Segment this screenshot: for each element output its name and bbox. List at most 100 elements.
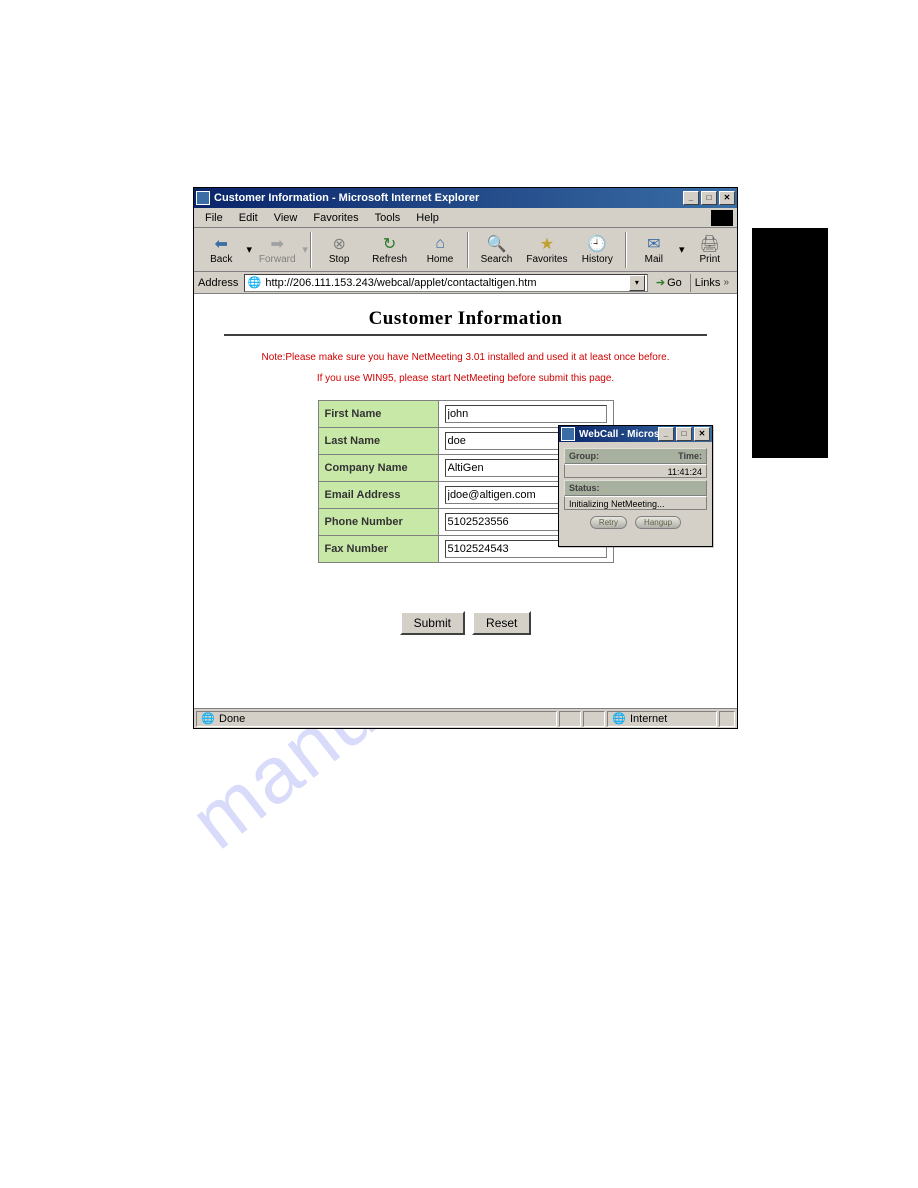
menu-help[interactable]: Help bbox=[409, 211, 446, 225]
back-label: Back bbox=[210, 254, 232, 265]
label-company: Company Name bbox=[318, 455, 438, 482]
history-icon: 🕘 bbox=[587, 234, 607, 254]
submit-button[interactable]: Submit bbox=[400, 611, 465, 635]
label-phone: Phone Number bbox=[318, 509, 438, 536]
status-pane-main: 🌐 Done bbox=[196, 711, 557, 727]
go-button[interactable]: ➔ Go bbox=[652, 274, 686, 292]
popup-retry-button[interactable]: Retry bbox=[590, 516, 627, 529]
done-icon: 🌐 bbox=[201, 712, 215, 726]
status-pane-grip bbox=[719, 711, 735, 727]
mail-label: Mail bbox=[645, 254, 663, 265]
home-label: Home bbox=[427, 254, 454, 265]
print-icon: 🖨 bbox=[700, 234, 720, 254]
favorites-button[interactable]: ★ Favorites bbox=[522, 230, 572, 270]
label-email: Email Address bbox=[318, 482, 438, 509]
popup-status-header: Status: bbox=[564, 480, 707, 496]
search-button[interactable]: 🔍 Search bbox=[471, 230, 521, 270]
status-pane-2 bbox=[559, 711, 581, 727]
zone-text: Internet bbox=[630, 713, 667, 725]
popup-title: WebCall - Microsoft I... bbox=[579, 429, 658, 440]
maximize-button[interactable]: □ bbox=[701, 191, 717, 205]
popup-group-time-header: Group: Time: bbox=[564, 448, 707, 464]
go-icon: ➔ bbox=[656, 276, 665, 289]
toolbar: ⬅ Back ▾ ➡ Forward ▾ ⊗ Stop ↻ Refresh ⌂ … bbox=[194, 228, 737, 272]
menubar: File Edit View Favorites Tools Help bbox=[194, 208, 737, 228]
popup-group-label: Group: bbox=[569, 451, 599, 461]
first-name-input[interactable] bbox=[445, 405, 607, 423]
popup-status-label: Status: bbox=[569, 483, 600, 493]
stop-icon: ⊗ bbox=[329, 234, 349, 254]
minimize-button[interactable]: _ bbox=[683, 191, 699, 205]
zone-icon: 🌐 bbox=[612, 712, 626, 726]
page-icon: 🌐 bbox=[247, 276, 261, 290]
addressbar: Address 🌐 ▾ ➔ Go Links bbox=[194, 272, 737, 294]
mail-button[interactable]: ✉ Mail bbox=[629, 230, 679, 270]
ie-logo-icon bbox=[711, 210, 733, 226]
links-label: Links bbox=[695, 277, 721, 289]
close-button[interactable]: ✕ bbox=[719, 191, 735, 205]
status-pane-zone: 🌐 Internet bbox=[607, 711, 717, 727]
refresh-label: Refresh bbox=[372, 254, 407, 265]
window-title: Customer Information - Microsoft Interne… bbox=[214, 192, 683, 204]
toolbar-separator bbox=[310, 232, 312, 268]
label-fax: Fax Number bbox=[318, 536, 438, 563]
print-button[interactable]: 🖨 Print bbox=[685, 230, 735, 270]
links-button[interactable]: Links bbox=[690, 274, 735, 292]
popup-titlebar: WebCall - Microsoft I... _ □ ✕ bbox=[559, 426, 712, 442]
history-button[interactable]: 🕘 History bbox=[572, 230, 622, 270]
popup-time-value: 11:41:24 bbox=[564, 464, 707, 478]
popup-status-value: Initializing NetMeeting... bbox=[564, 496, 707, 510]
label-first-name: First Name bbox=[318, 401, 438, 428]
search-icon: 🔍 bbox=[486, 234, 506, 254]
divider bbox=[224, 334, 707, 336]
refresh-button[interactable]: ↻ Refresh bbox=[364, 230, 414, 270]
webcall-popup: WebCall - Microsoft I... _ □ ✕ Group: Ti… bbox=[558, 425, 713, 547]
note-line-2: If you use WIN95, please start NetMeetin… bbox=[214, 371, 717, 386]
menu-tools[interactable]: Tools bbox=[368, 211, 408, 225]
back-icon: ⬅ bbox=[211, 234, 231, 254]
popup-time-label: Time: bbox=[678, 451, 702, 461]
page-title: Customer Information bbox=[204, 308, 727, 330]
refresh-icon: ↻ bbox=[380, 234, 400, 254]
status-pane-3 bbox=[583, 711, 605, 727]
table-row: First Name bbox=[318, 401, 613, 428]
menu-view[interactable]: View bbox=[267, 211, 305, 225]
reset-button[interactable]: Reset bbox=[472, 611, 531, 635]
go-label: Go bbox=[667, 277, 682, 289]
menu-file[interactable]: File bbox=[198, 211, 230, 225]
app-icon bbox=[196, 191, 210, 205]
stop-label: Stop bbox=[329, 254, 350, 265]
popup-maximize-button[interactable]: □ bbox=[676, 427, 692, 441]
toolbar-separator bbox=[625, 232, 627, 268]
popup-app-icon bbox=[561, 427, 575, 441]
window-titlebar: Customer Information - Microsoft Interne… bbox=[194, 188, 737, 208]
home-icon: ⌂ bbox=[430, 234, 450, 254]
statusbar: 🌐 Done 🌐 Internet bbox=[194, 708, 737, 728]
stop-button[interactable]: ⊗ Stop bbox=[314, 230, 364, 270]
popup-hangup-button[interactable]: Hangup bbox=[635, 516, 681, 529]
forward-icon: ➡ bbox=[267, 234, 287, 254]
print-label: Print bbox=[699, 254, 720, 265]
menu-edit[interactable]: Edit bbox=[232, 211, 265, 225]
note-line-1: Note:Please make sure you have NetMeetin… bbox=[214, 350, 717, 365]
address-label: Address bbox=[196, 277, 240, 289]
forward-button[interactable]: ➡ Forward bbox=[252, 230, 302, 270]
search-label: Search bbox=[481, 254, 513, 265]
history-label: History bbox=[582, 254, 613, 265]
popup-minimize-button[interactable]: _ bbox=[658, 427, 674, 441]
popup-close-button[interactable]: ✕ bbox=[694, 427, 710, 441]
back-button[interactable]: ⬅ Back bbox=[196, 230, 246, 270]
home-button[interactable]: ⌂ Home bbox=[415, 230, 465, 270]
favorites-icon: ★ bbox=[537, 234, 557, 254]
forward-label: Forward bbox=[259, 254, 296, 265]
menu-favorites[interactable]: Favorites bbox=[306, 211, 365, 225]
favorites-label: Favorites bbox=[526, 254, 567, 265]
forward-dropdown[interactable]: ▾ bbox=[302, 243, 308, 256]
toolbar-separator bbox=[467, 232, 469, 268]
address-dropdown[interactable]: ▾ bbox=[629, 275, 645, 291]
address-box: 🌐 ▾ bbox=[244, 274, 647, 292]
cropped-region bbox=[752, 228, 828, 458]
address-input[interactable] bbox=[263, 276, 628, 290]
status-text: Done bbox=[219, 713, 245, 725]
mail-icon: ✉ bbox=[644, 234, 664, 254]
